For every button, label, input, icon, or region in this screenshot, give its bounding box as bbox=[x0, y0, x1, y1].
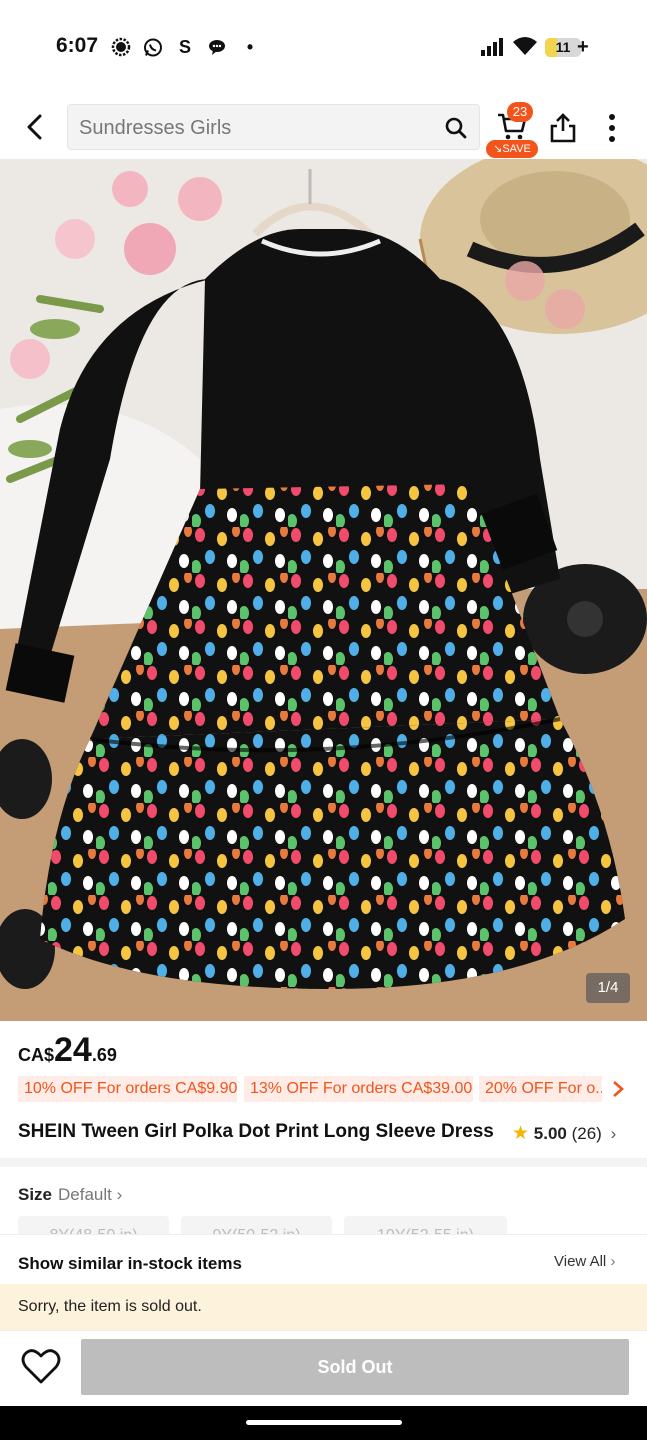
sold-out-button[interactable]: Sold Out bbox=[81, 1339, 629, 1395]
chevron-right-icon: › bbox=[116, 1185, 123, 1204]
save-tag: ↘SAVE bbox=[486, 140, 538, 158]
coupon-tag[interactable]: 20% OFF For o... bbox=[479, 1076, 602, 1102]
whatsapp-icon bbox=[143, 37, 163, 57]
back-button[interactable] bbox=[20, 112, 50, 142]
product-image[interactable] bbox=[0, 159, 647, 1021]
trend-down-icon: ↘ bbox=[493, 143, 503, 155]
review-count: (26) bbox=[571, 1124, 602, 1143]
search-input[interactable]: Sundresses Girls bbox=[79, 117, 231, 140]
battery-level: 11 bbox=[555, 39, 571, 55]
more-options-button[interactable] bbox=[600, 112, 624, 144]
battery-icon: 11 bbox=[545, 38, 581, 57]
dress-photo bbox=[0, 159, 647, 1021]
heart-icon bbox=[21, 1349, 61, 1384]
star-icon: ★ bbox=[512, 1123, 530, 1144]
more-vertical-icon bbox=[609, 114, 615, 142]
price-decimal: .69 bbox=[91, 1045, 117, 1065]
section-divider bbox=[0, 1158, 647, 1167]
wishlist-button[interactable] bbox=[21, 1348, 61, 1386]
chat-bubble-icon bbox=[207, 37, 227, 57]
sold-out-message: Sorry, the item is sold out. bbox=[18, 1298, 202, 1315]
chevron-right-icon: › bbox=[610, 1124, 617, 1143]
size-label: Size bbox=[18, 1185, 53, 1204]
status-time: 6:07 bbox=[56, 34, 99, 57]
chevron-right-icon: › bbox=[610, 1253, 616, 1270]
price-integer: 24 bbox=[54, 1031, 92, 1069]
image-counter: 1/4 bbox=[586, 973, 630, 1003]
similar-items-label: Show similar in-stock items bbox=[18, 1254, 242, 1273]
status-bar: 6:07 S • 11 + bbox=[0, 0, 647, 96]
size-default[interactable]: Default › bbox=[58, 1185, 122, 1205]
view-all-link[interactable]: View All › bbox=[554, 1253, 615, 1270]
share-button[interactable] bbox=[549, 112, 577, 144]
search-icon[interactable] bbox=[444, 116, 468, 145]
product-title: SHEIN Tween Girl Polka Dot Print Long Sl… bbox=[18, 1121, 494, 1142]
price: CA$24.69 bbox=[18, 1031, 117, 1070]
product-rating[interactable]: ★ 5.00 (26) › bbox=[512, 1122, 616, 1145]
signal-app-icon bbox=[111, 37, 131, 57]
sold-out-notice: Sorry, the item is sold out. bbox=[0, 1284, 647, 1330]
dot-icon: • bbox=[246, 36, 254, 57]
price-currency: CA$ bbox=[18, 1045, 55, 1065]
wifi-icon bbox=[512, 36, 538, 61]
chevron-right-icon[interactable] bbox=[611, 1080, 625, 1103]
similar-items-bar: Show similar in-stock items View All › bbox=[0, 1234, 647, 1284]
product-page: 6:07 S • 11 + Sundresses Girls 23 ↘SAVE … bbox=[0, 0, 647, 1440]
charging-icon: + bbox=[577, 36, 589, 58]
s-app-icon: S bbox=[178, 36, 191, 57]
cell-signal-icon bbox=[481, 38, 505, 61]
coupon-tag[interactable]: 10% OFF For orders CA$9.90+ bbox=[18, 1076, 237, 1102]
rating-score: 5.00 bbox=[533, 1124, 567, 1143]
search-bar[interactable]: Sundresses Girls bbox=[67, 104, 480, 150]
chevron-left-icon bbox=[27, 114, 42, 140]
coupon-tag[interactable]: 13% OFF For orders CA$39.00+ bbox=[244, 1076, 473, 1102]
cart-count-badge: 23 bbox=[507, 102, 533, 122]
share-icon bbox=[550, 113, 576, 143]
home-indicator[interactable] bbox=[246, 1420, 402, 1425]
